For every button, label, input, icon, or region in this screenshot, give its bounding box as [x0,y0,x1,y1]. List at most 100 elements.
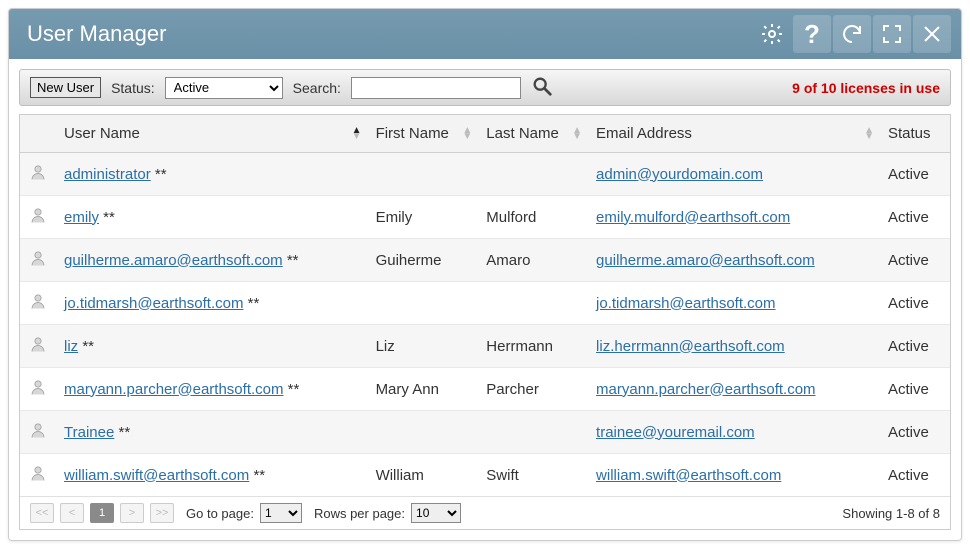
header-row: User Name▲▼ First Name▲▼ Last Name▲▼ Ema… [20,115,950,153]
username-link[interactable]: william.swift@earthsoft.com [64,467,249,484]
cell-status: Active [880,196,950,239]
cell-email: guilherme.amaro@earthsoft.com [588,239,880,282]
refresh-icon [840,22,864,46]
cell-status: Active [880,325,950,368]
email-link[interactable]: maryann.parcher@earthsoft.com [596,381,816,398]
table-row[interactable]: Trainee **trainee@youremail.comActive [20,411,950,454]
search-input[interactable] [351,77,521,99]
pager-prev[interactable]: < [60,503,84,523]
cell-firstname: Guiherme [368,239,479,282]
cell-firstname [368,411,479,454]
pager-last[interactable]: >> [150,503,174,523]
cell-lastname: Swift [478,454,588,497]
email-link[interactable]: trainee@youremail.com [596,424,755,441]
user-icon [29,470,47,487]
table-row[interactable]: administrator ** admin@yourdomain.com Acti… [20,153,950,196]
username-link[interactable]: emily [64,209,99,226]
username-link[interactable]: guilherme.amaro@earthsoft.com [64,252,283,269]
cell-email: william.swift@earthsoft.com [588,454,880,497]
titlebar: User Manager ? [9,9,961,59]
row-icon-cell [20,153,56,196]
user-icon [29,212,47,229]
username-link[interactable]: jo.tidmarsh@earthsoft.com [64,295,243,312]
col-email[interactable]: Email Address▲▼ [588,115,880,153]
row-icon-cell [20,239,56,282]
col-icon [20,115,56,153]
table-row[interactable]: liz **LizHerrmann liz.herrmann@earthsoft.… [20,325,950,368]
cell-lastname: Parcher [478,368,588,411]
search-button[interactable] [531,75,553,100]
window-title: User Manager [27,21,751,47]
user-icon [29,384,47,401]
cell-firstname [368,153,479,196]
row-icon-cell [20,411,56,454]
table-row[interactable]: william.swift@earthsoft.com **WilliamSwi… [20,454,950,497]
col-status[interactable]: Status [880,115,950,153]
gear-icon [760,22,784,46]
col-firstname[interactable]: First Name▲▼ [368,115,479,153]
status-select[interactable]: Active [165,77,283,99]
pager: << < 1 > >> Go to page: 1 Rows per page:… [20,496,950,529]
email-link[interactable]: jo.tidmarsh@earthsoft.com [596,295,775,312]
username-link[interactable]: administrator [64,166,151,183]
cell-email: trainee@youremail.com [588,411,880,454]
cell-status: Active [880,368,950,411]
pager-current[interactable]: 1 [90,503,114,523]
cell-username: emily ** [56,196,368,239]
cell-email: jo.tidmarsh@earthsoft.com [588,282,880,325]
cell-lastname [478,411,588,454]
settings-button[interactable] [753,15,791,53]
cell-email: maryann.parcher@earthsoft.com [588,368,880,411]
help-icon: ? [804,19,820,50]
cell-username: liz ** [56,325,368,368]
close-icon [920,22,944,46]
cell-username: jo.tidmarsh@earthsoft.com ** [56,282,368,325]
cell-lastname: Mulford [478,196,588,239]
new-user-button[interactable]: New User [30,77,101,98]
goto-select[interactable]: 1 [260,503,302,523]
cell-status: Active [880,239,950,282]
username-link[interactable]: liz [64,338,78,355]
rows-select[interactable]: 10 [411,503,461,523]
pager-first[interactable]: << [30,503,54,523]
cell-lastname: Amaro [478,239,588,282]
cell-email: liz.herrmann@earthsoft.com [588,325,880,368]
cell-lastname: Herrmann [478,325,588,368]
table-row[interactable]: emily **EmilyMulfordemily.mulford@earths… [20,196,950,239]
user-icon [29,298,47,315]
email-link[interactable]: admin@yourdomain.com [596,166,763,183]
cell-firstname: Liz [368,325,479,368]
user-icon [29,169,47,186]
cell-username: administrator ** [56,153,368,196]
rows-label: Rows per page: [314,506,405,521]
cell-status: Active [880,153,950,196]
close-button[interactable] [913,15,951,53]
user-manager-window: User Manager ? New User Status: Active S… [8,8,962,541]
cell-status: Active [880,282,950,325]
cell-email: emily.mulford@earthsoft.com [588,196,880,239]
username-link[interactable]: maryann.parcher@earthsoft.com [64,381,284,398]
refresh-button[interactable] [833,15,871,53]
cell-firstname: William [368,454,479,497]
email-link[interactable]: guilherme.amaro@earthsoft.com [596,252,815,269]
email-link[interactable]: william.swift@earthsoft.com [596,467,781,484]
help-button[interactable]: ? [793,15,831,53]
pager-next[interactable]: > [120,503,144,523]
table-row[interactable]: jo.tidmarsh@earthsoft.com **jo.tidmarsh@… [20,282,950,325]
fullscreen-icon [880,22,904,46]
status-label: Status: [111,80,155,96]
table-row[interactable]: guilherme.amaro@earthsoft.com **Guiherme… [20,239,950,282]
showing-text: Showing 1-8 of 8 [842,506,940,521]
col-username[interactable]: User Name▲▼ [56,115,368,153]
fullscreen-button[interactable] [873,15,911,53]
username-link[interactable]: Trainee [64,424,114,441]
col-lastname[interactable]: Last Name▲▼ [478,115,588,153]
cell-firstname [368,282,479,325]
table-row[interactable]: maryann.parcher@earthsoft.com **Mary Ann… [20,368,950,411]
cell-lastname [478,282,588,325]
email-link[interactable]: emily.mulford@earthsoft.com [596,209,790,226]
cell-email: admin@yourdomain.com [588,153,880,196]
toolbar: New User Status: Active Search: 9 of 10 … [19,69,951,106]
user-icon [29,341,47,358]
email-link[interactable]: liz.herrmann@earthsoft.com [596,338,785,355]
